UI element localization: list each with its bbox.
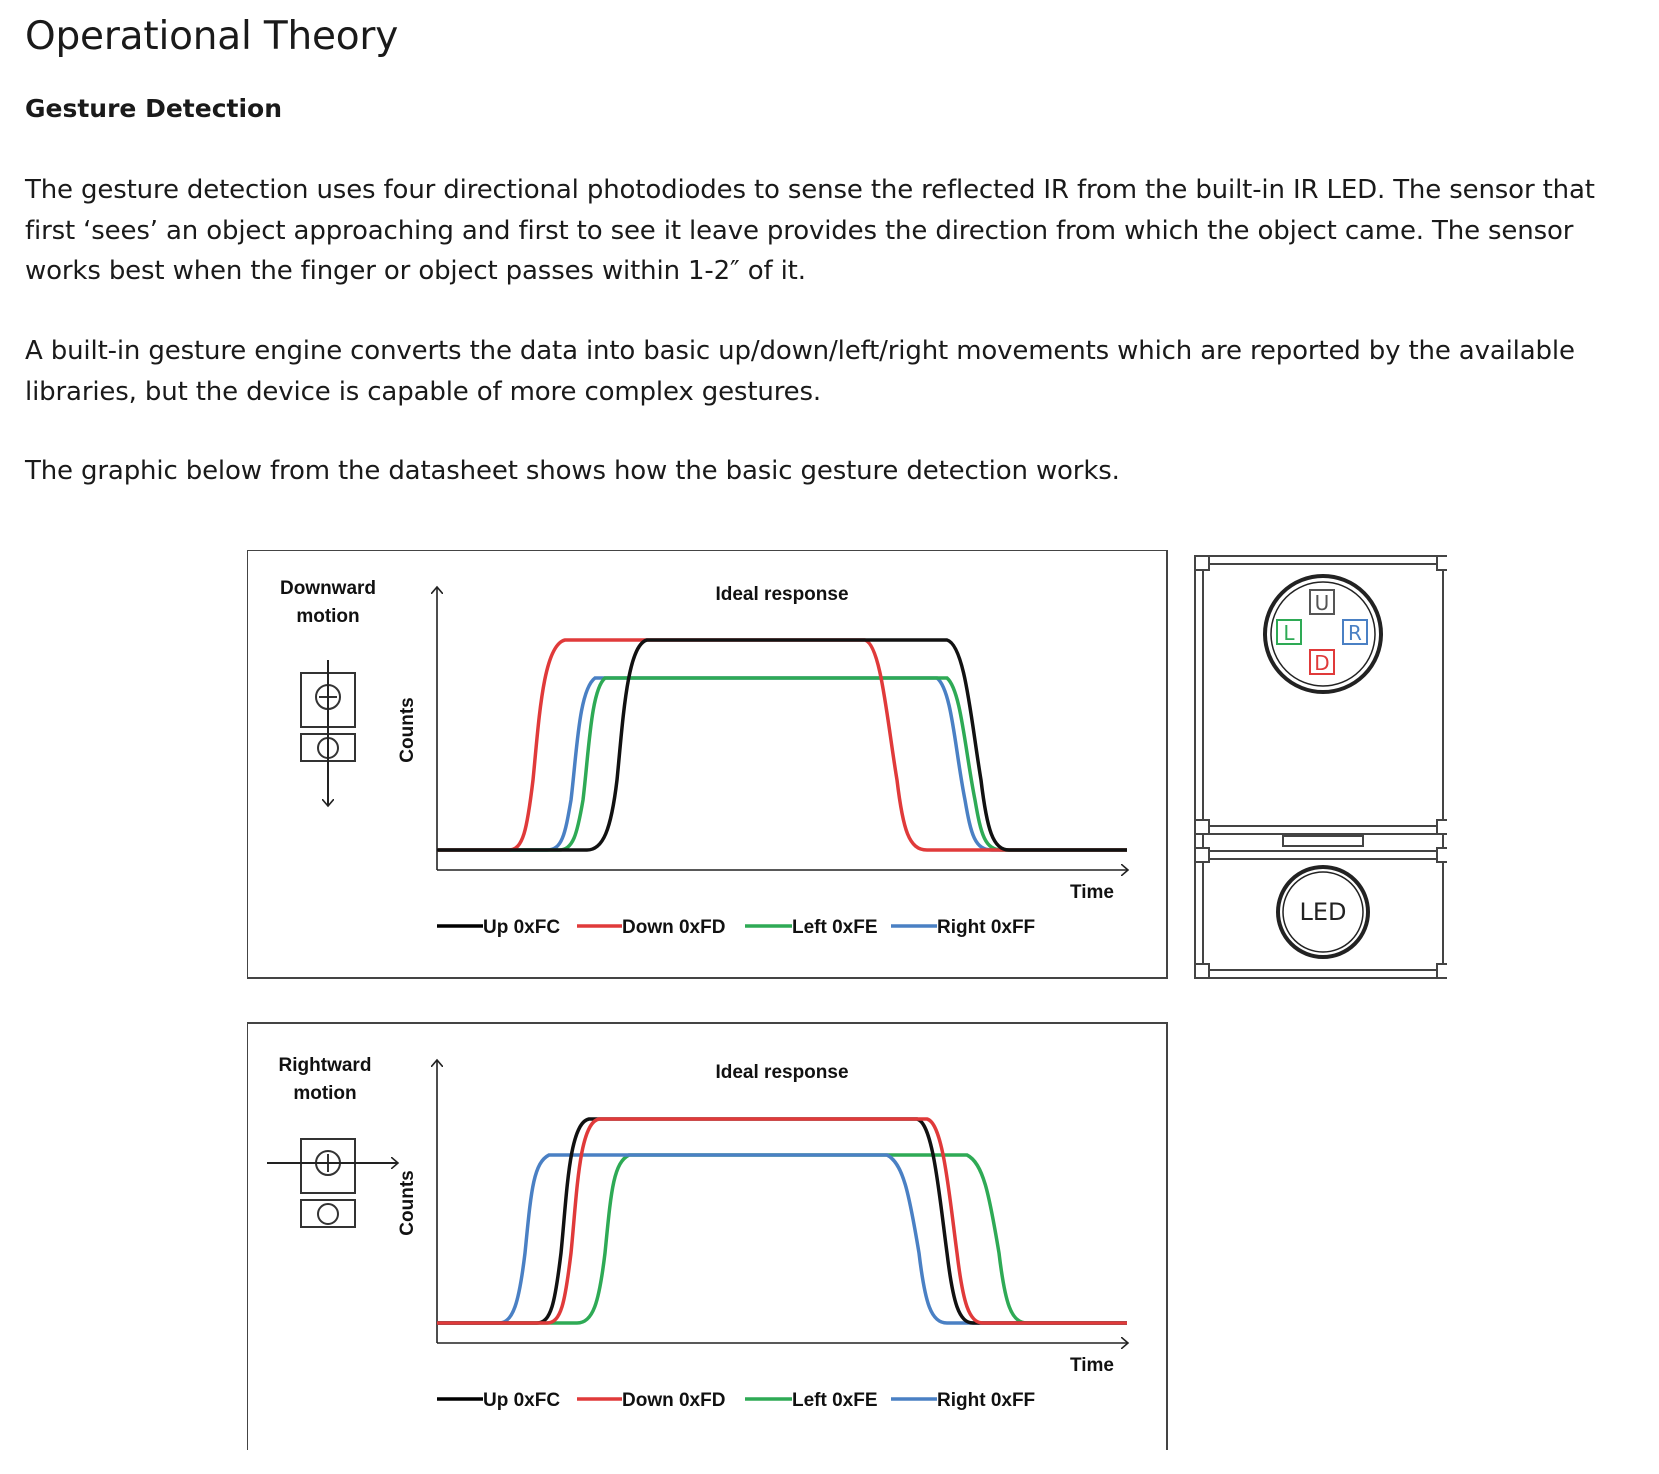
- legend-label-left: Left 0xFE: [792, 917, 878, 938]
- motion-label-line2: motion: [296, 606, 359, 627]
- led-window: LED: [1276, 865, 1370, 959]
- x-axis-label: Time: [1070, 882, 1114, 903]
- section-title: Gesture Detection: [25, 94, 283, 123]
- panel-heading: Ideal response: [715, 584, 848, 605]
- down-diode-label: D: [1314, 651, 1329, 675]
- legend-label-right: Right 0xFF: [937, 917, 1035, 938]
- right-diode-label: R: [1348, 621, 1362, 645]
- photodiode-window: U L R D: [1263, 574, 1383, 694]
- legend-label-up: Up 0xFC: [483, 917, 560, 938]
- rightward-panel: Rightward motion Counts Time Ideal respo…: [247, 1022, 1168, 1450]
- downward-panel: Downward motion Counts Time Ideal respon…: [247, 550, 1168, 979]
- motion-label-line2: motion: [293, 1083, 356, 1104]
- legend-label-down: Down 0xFD: [622, 1390, 725, 1411]
- y-axis-label: Counts: [397, 1170, 418, 1235]
- up-diode-label: U: [1315, 591, 1330, 615]
- paragraph-2: A built-in gesture engine converts the d…: [25, 336, 1575, 407]
- y-axis-label: Counts: [397, 697, 418, 762]
- motion-label-line1: Downward: [280, 578, 376, 599]
- paragraph-3: The graphic below from the datasheet sho…: [25, 456, 1120, 486]
- motion-label-line1: Rightward: [279, 1055, 372, 1076]
- legend-label-down: Down 0xFD: [622, 917, 725, 938]
- led-label: LED: [1299, 898, 1346, 926]
- paragraph-1: The gesture detection uses four directio…: [25, 175, 1595, 286]
- legend-label-up: Up 0xFC: [483, 1390, 560, 1411]
- panel-frame: [247, 1022, 1168, 1450]
- page-title: Operational Theory: [25, 14, 399, 59]
- panel-frame: [247, 550, 1168, 979]
- legend-label-right: Right 0xFF: [937, 1390, 1035, 1411]
- panel-heading: Ideal response: [715, 1062, 848, 1083]
- x-axis-label: Time: [1070, 1355, 1114, 1376]
- gesture-figure: Downward motion Counts Time Ideal respon…: [247, 550, 1447, 1450]
- gesture-diagram: Downward motion Counts Time Ideal respon…: [247, 550, 1447, 1450]
- left-diode-label: L: [1283, 621, 1295, 645]
- sensor-package: U L R D LED: [1194, 555, 1447, 979]
- legend-label-left: Left 0xFE: [792, 1390, 878, 1411]
